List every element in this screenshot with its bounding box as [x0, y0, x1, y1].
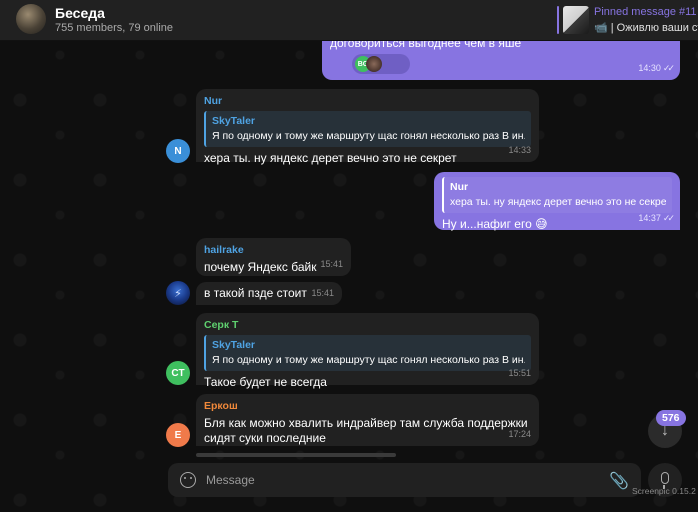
- reply-quote[interactable]: SkyTaler Я по одному и тому же маршруту …: [204, 335, 531, 371]
- lightning-icon: ⚡: [174, 287, 182, 300]
- pinned-message-preview[interactable]: 📹 | Оживлю ваши ст: [594, 21, 698, 34]
- user-avatar-serk[interactable]: CT: [166, 361, 190, 385]
- message-text: в такой пзде стоит: [204, 286, 307, 300]
- message-partial: [196, 453, 396, 457]
- reply-quote[interactable]: SkyTaler Я по одному и тому же маршруту …: [204, 111, 531, 147]
- message-time: 15:41: [320, 259, 343, 269]
- pinned-indicator: [557, 6, 559, 34]
- message-text: Такое будет не всегда: [204, 375, 327, 389]
- read-checks-icon: ✓✓: [662, 213, 675, 223]
- user-avatar-hailrake[interactable]: ⚡: [166, 281, 190, 305]
- group-avatar[interactable]: [16, 4, 46, 34]
- message-time: 15:51: [508, 368, 531, 378]
- sender-name[interactable]: Nur: [204, 94, 531, 109]
- reply-text: Я по одному и тому же маршруту щас гонял…: [212, 130, 525, 142]
- message-incoming[interactable]: hailrake почему Яндекс байк 15:41: [196, 238, 351, 276]
- message-time: 17:24: [508, 429, 531, 439]
- sender-name[interactable]: Серк Т: [204, 318, 531, 333]
- user-avatar-nur[interactable]: N: [166, 139, 190, 163]
- unread-count-badge: 576: [656, 410, 686, 426]
- chat-title[interactable]: Беседа: [55, 5, 105, 21]
- message-text-line2: сидят суки последние: [204, 431, 326, 445]
- message-incoming[interactable]: Еркош Бля как можно хвалить индрайвер та…: [196, 394, 539, 446]
- message-time: 14:37 ✓✓: [638, 213, 675, 223]
- message-input[interactable]: Message: [206, 473, 255, 487]
- reply-sender: SkyTaler: [212, 115, 255, 127]
- reply-sender: Nur: [450, 181, 469, 193]
- read-checks-icon: ✓✓: [662, 63, 675, 73]
- reaction-avatar-photo: [366, 56, 382, 72]
- chat-members-status: 755 members, 79 online: [55, 22, 174, 34]
- pinned-message-title[interactable]: Pinned message #11: [594, 6, 697, 18]
- message-incoming[interactable]: Серк Т SkyTaler Я по одному и тому же ма…: [196, 313, 539, 389]
- sender-name[interactable]: Еркош: [204, 399, 531, 414]
- reply-quote[interactable]: Nur хера ты. ну яндекс дерет вечно это н…: [442, 177, 672, 213]
- reaction-chip[interactable]: BG: [352, 54, 410, 74]
- reply-text: хера ты. ну яндекс дерет вечно это не се…: [450, 196, 666, 208]
- emoji-icon[interactable]: [180, 472, 196, 488]
- message-time: 15:41: [311, 288, 334, 298]
- message-text-line1: Бля как можно хвалить индрайвер там служ…: [204, 416, 528, 430]
- reply-text: Я по одному и тому же маршруту щас гонял…: [212, 354, 525, 366]
- message-outgoing[interactable]: Nur хера ты. ну яндекс дерет вечно это н…: [434, 172, 680, 231]
- message-incoming[interactable]: Nur SkyTaler Я по одному и тому же маршр…: [196, 89, 539, 165]
- chat-header[interactable]: Беседа 755 members, 79 online Pinned mes…: [0, 0, 698, 41]
- message-text: хера ты. ну яндекс дерет вечно это не се…: [204, 151, 457, 165]
- message-input-bar[interactable]: Message 📎: [168, 463, 641, 497]
- message-time: 14:33: [508, 145, 531, 155]
- watermark: Screenpic 0.15.2: [632, 486, 696, 496]
- message-incoming[interactable]: в такой пзде стоит 15:41: [196, 282, 342, 305]
- reply-sender: SkyTaler: [212, 339, 255, 351]
- message-time: 14:30 ✓✓: [638, 63, 675, 73]
- attach-icon[interactable]: 📎: [609, 471, 629, 491]
- microphone-icon: [661, 472, 669, 489]
- user-avatar-erkosh[interactable]: E: [166, 423, 190, 447]
- pinned-thumbnail[interactable]: [563, 6, 589, 34]
- sender-name[interactable]: hailrake: [204, 243, 343, 258]
